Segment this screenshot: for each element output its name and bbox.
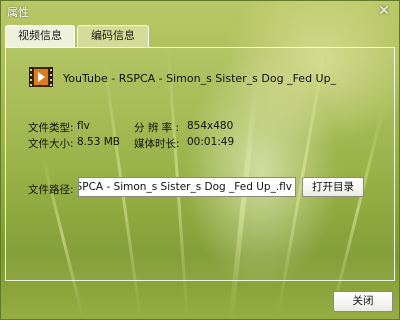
resolution-value: 854x480 — [187, 120, 234, 132]
file-path-field[interactable]: ube - RSPCA - Simon_s Sister_s Dog _Fed … — [78, 177, 296, 197]
tab-encoding-info[interactable]: 编码信息 — [77, 25, 149, 47]
duration-label: 媒体时长: — [134, 138, 180, 150]
close-button[interactable]: 关闭 — [333, 291, 393, 312]
tab-video-info[interactable]: 视频信息 — [5, 25, 75, 48]
properties-dialog: 属性 ✕ 视频信息 编码信息 YouTube - RSPCA - Simon_s… — [0, 0, 400, 320]
open-folder-button[interactable]: 打开目录 — [302, 177, 364, 197]
file-path-value: ube - RSPCA - Simon_s Sister_s Dog _Fed … — [79, 181, 292, 193]
resolution-label: 分 辨 率 : — [134, 122, 180, 134]
window-title: 属性 — [7, 6, 29, 19]
file-type-value: flv — [77, 120, 90, 132]
tab-panel-video-info: YouTube - RSPCA - Simon_s Sister_s Dog _… — [5, 47, 395, 281]
file-size-label: 文件大小: — [28, 138, 74, 150]
file-size-value: 8.53 MB — [77, 136, 120, 148]
file-type-label: 文件类型: — [28, 122, 74, 134]
duration-value: 00:01:49 — [187, 136, 235, 148]
file-path-label: 文件路径: — [28, 184, 74, 196]
close-icon[interactable]: ✕ — [376, 3, 392, 19]
file-name: YouTube - RSPCA - Simon_s Sister_s Dog _… — [63, 72, 337, 85]
video-file-icon — [29, 67, 53, 87]
title-bar: 属性 ✕ — [1, 1, 399, 23]
